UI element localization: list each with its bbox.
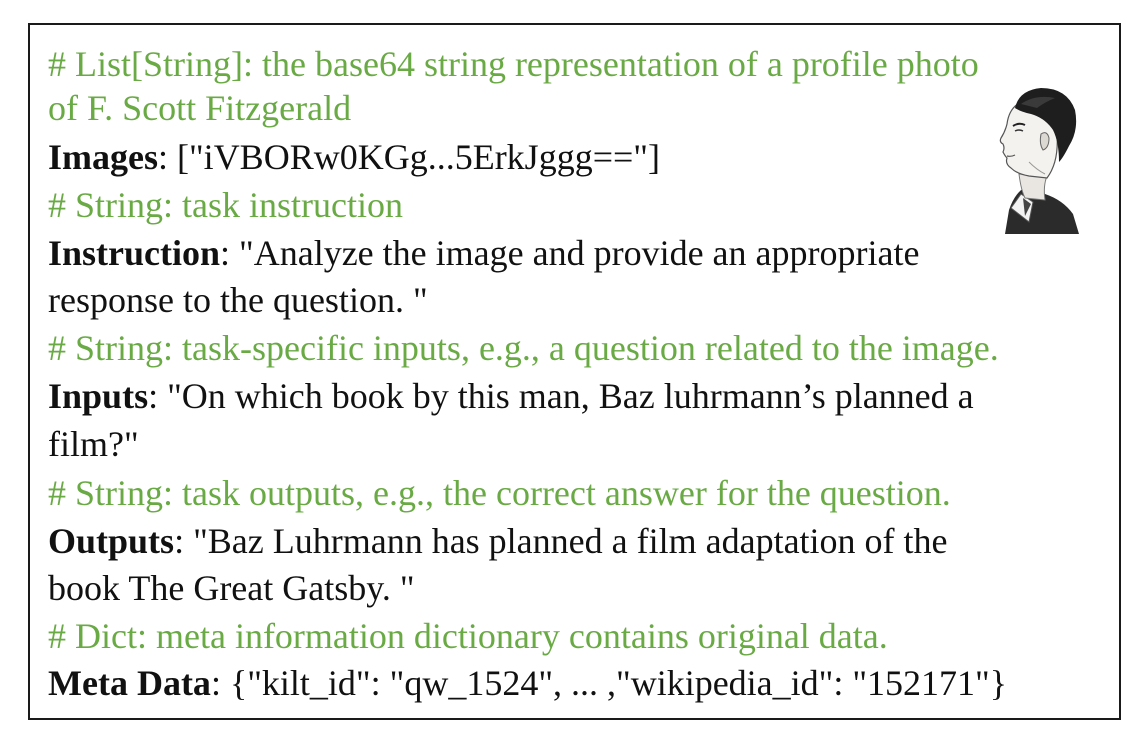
inputs-value-continued: film?": [48, 424, 139, 464]
inputs-value: : "On which book by this man, Baz luhrma…: [148, 376, 974, 416]
outputs-key: Outputs: [48, 521, 175, 561]
outputs-comment: # String: task outputs, e.g., the correc…: [48, 473, 951, 513]
instruction-key: Instruction: [48, 233, 221, 273]
images-comment-line-1: # List[String]: the base64 string repres…: [48, 44, 979, 84]
instruction-value-continued: response to the question. ": [48, 280, 428, 320]
inputs-comment: # String: task-specific inputs, e.g., a …: [48, 328, 999, 368]
outputs-value-continued: book The Great Gatsby. ": [48, 568, 415, 608]
images-comment-line-2: of F. Scott Fitzgerald: [48, 88, 352, 128]
meta-data-field: Meta Data: {"kilt_id": "qw_1524", ... ,"…: [48, 659, 1007, 707]
inputs-field: Inputs: "On which book by this man, Baz …: [48, 372, 974, 420]
profile-portrait-icon: [999, 88, 1079, 234]
instruction-value: : "Analyze the image and provide an appr…: [220, 233, 920, 273]
outputs-value: : "Baz Luhrmann has planned a film adapt…: [174, 521, 948, 561]
instruction-comment: # String: task instruction: [48, 185, 403, 225]
meta-data-key: Meta Data: [48, 663, 211, 703]
outputs-field: Outputs: "Baz Luhrmann has planned a fil…: [48, 517, 948, 565]
inputs-key: Inputs: [48, 376, 149, 416]
meta-data-value: : {"kilt_id": "qw_1524", ... ,"wikipedia…: [210, 663, 1008, 703]
meta-comment: # Dict: meta information dictionary cont…: [48, 616, 888, 656]
images-value: : ["iVBORw0KGg...5ErkJggg=="]: [158, 137, 660, 177]
images-field: Images: ["iVBORw0KGg...5ErkJggg=="]: [48, 133, 660, 181]
instruction-field: Instruction: "Analyze the image and prov…: [48, 229, 919, 277]
images-key: Images: [48, 137, 158, 177]
